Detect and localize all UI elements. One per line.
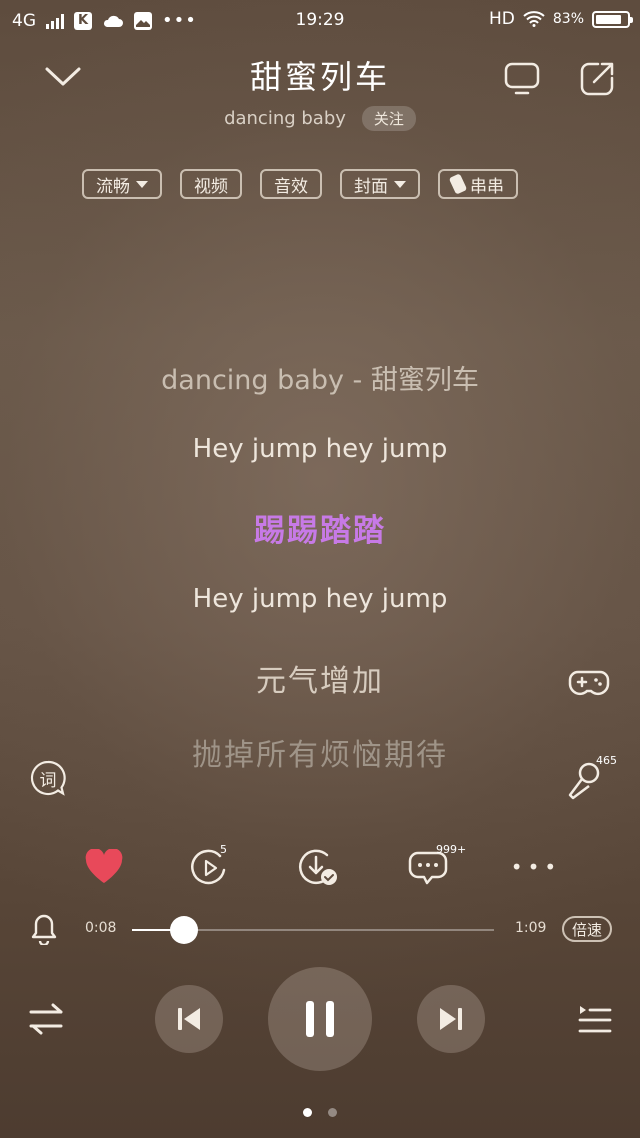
battery-percent: 83% [552, 11, 584, 27]
wifi-icon [523, 11, 545, 27]
page-dot [328, 1108, 337, 1117]
lyric-line-active: 踢踢踏踏 [254, 513, 386, 549]
chip-label: 串串 [470, 176, 504, 197]
chip-video[interactable]: 视频 [180, 169, 242, 199]
lyric-line: dancing baby - 甜蜜列车 [161, 365, 479, 396]
chip-label: 视频 [194, 176, 228, 197]
download-done-icon [299, 849, 337, 885]
pause-button[interactable] [268, 967, 372, 1071]
pause-icon [306, 1001, 334, 1037]
skip-next-icon [440, 1008, 462, 1030]
hd-label: HD [489, 9, 515, 29]
tv-cast-icon[interactable] [503, 60, 541, 98]
chip-label: 封面 [354, 176, 388, 197]
music-video-button[interactable]: 5 [182, 843, 238, 891]
caret-down-icon [136, 180, 148, 188]
playback-speed-button[interactable]: 倍速 [562, 916, 612, 942]
battery-icon [592, 10, 633, 28]
next-track-button[interactable] [417, 985, 485, 1053]
gamepad-icon[interactable] [568, 666, 610, 702]
page-dot-active [303, 1108, 312, 1117]
chip-quality[interactable]: 流畅 [82, 169, 162, 199]
lyric-line: 元气增加 [256, 664, 384, 699]
caret-down-icon [394, 180, 406, 188]
chip-label: 流畅 [96, 176, 130, 197]
lyric-line: Hey jump hey jump [192, 584, 448, 614]
play-order-icon[interactable] [28, 1002, 66, 1038]
chip-chuanchuan[interactable]: 串串 [438, 169, 518, 199]
chip-label: 音效 [274, 176, 308, 197]
chip-sound-effect[interactable]: 音效 [260, 169, 322, 199]
more-button[interactable]: ••• [508, 843, 564, 891]
video-count-badge: 5 [220, 843, 227, 856]
current-time: 0:08 [85, 920, 117, 936]
playlist-icon[interactable] [576, 1002, 612, 1036]
karaoke-button[interactable]: 465 [566, 754, 618, 800]
like-button[interactable] [76, 843, 132, 891]
chip-cover[interactable]: 封面 [340, 169, 420, 199]
follow-button[interactable]: 关注 [361, 106, 416, 131]
share-icon[interactable] [578, 60, 616, 98]
status-right: HD 83% [489, 9, 633, 29]
skip-previous-icon [178, 1008, 200, 1030]
page-indicator [0, 1108, 640, 1117]
song-title: 甜蜜列车 [249, 58, 390, 96]
lyric-line: 抛掉所有烦恼期待 [192, 738, 448, 773]
pill-icon [448, 173, 468, 195]
download-button[interactable] [290, 843, 346, 891]
comment-count-badge: 999+ [436, 843, 467, 856]
artist-name[interactable]: dancing baby [224, 108, 346, 129]
progress-thumb[interactable] [170, 916, 199, 944]
artist-row: dancing baby 关注 [0, 106, 640, 131]
karaoke-count-badge: 465 [596, 754, 617, 767]
battery-fill [596, 14, 621, 24]
status-bar: 4G K ••• 19:29 HD 83% [0, 0, 640, 42]
comments-button[interactable]: 999+ [400, 843, 466, 891]
option-chips: 流畅 视频 音效 封面 串串 [82, 169, 518, 199]
bell-timer-icon[interactable] [30, 913, 58, 945]
lyric-settings-button[interactable]: 词 [30, 760, 66, 796]
lyric-button-label: 词 [39, 771, 57, 791]
total-time: 1:09 [515, 920, 547, 936]
previous-track-button[interactable] [155, 985, 223, 1053]
lyric-line: Hey jump hey jump [192, 434, 448, 464]
heart-icon [85, 849, 123, 883]
more-dots-icon: ••• [510, 855, 562, 879]
